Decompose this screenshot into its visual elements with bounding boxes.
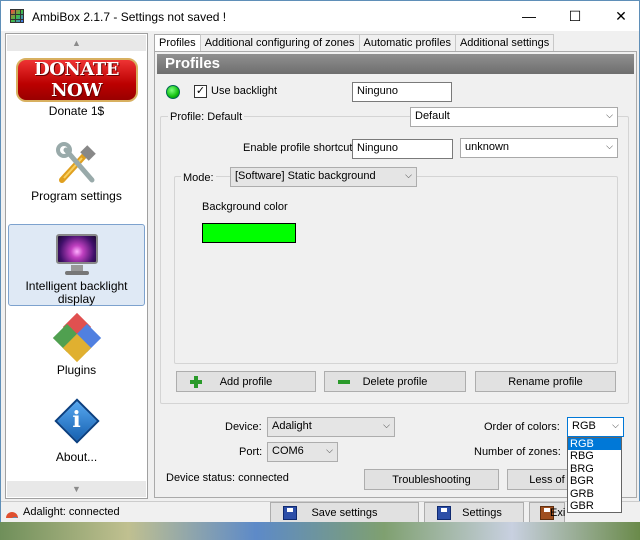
sidebar-scroll-up[interactable]: ▲ <box>7 35 146 51</box>
app-window: AmbiBox 2.1.7 - Settings not saved ! — ☐… <box>0 0 640 523</box>
desktop-strip <box>0 522 640 540</box>
dropdown-option-rgb[interactable]: RGB <box>568 438 621 451</box>
chevron-down-icon: ⌵ <box>383 420 390 430</box>
sidebar-item-label: Plugins <box>56 363 97 377</box>
floppy-disk-icon <box>437 506 451 520</box>
port-select[interactable]: COM6 ⌵ <box>267 442 338 462</box>
dropdown-option-gbr[interactable]: GBR <box>568 500 621 512</box>
backlight-status-led-icon <box>166 85 180 99</box>
chevron-down-icon: ⌵ <box>606 141 613 151</box>
tab-strip: Profiles Additional configuring of zones… <box>154 34 555 53</box>
sidebar-item-label: About... <box>55 450 98 464</box>
tools-icon <box>54 142 100 188</box>
title-bar: AmbiBox 2.1.7 - Settings not saved ! — ☐… <box>1 1 639 31</box>
dropdown-option-brg[interactable]: BRG <box>568 463 621 475</box>
sidebar-item-program-settings[interactable]: Program settings <box>8 142 145 208</box>
troubleshooting-button[interactable]: Troubleshooting <box>364 469 499 490</box>
use-backlight-label: Use backlight <box>211 85 278 97</box>
profiles-panel: Profiles ✓ Use backlight Ninguno Profile… <box>154 51 637 498</box>
sidebar-item-about[interactable]: i About... <box>8 398 145 464</box>
shortcut-key-select[interactable]: unknown ⌵ <box>460 138 618 158</box>
background-color-label: Background color <box>202 201 288 213</box>
dropdown-option-bgr[interactable]: BGR <box>568 475 621 487</box>
delete-profile-button[interactable]: Delete profile <box>324 371 466 392</box>
app-grid-icon <box>10 9 24 23</box>
profile-select[interactable]: Default ⌵ <box>410 107 618 127</box>
sidebar-item-label: Intelligent backlight display <box>25 279 128 306</box>
mode-select[interactable]: [Software] Static background ⌵ <box>230 167 417 187</box>
donate-now-badge-icon: DONATE NOW <box>15 58 138 102</box>
device-select[interactable]: Adalight ⌵ <box>267 417 395 437</box>
save-settings-button[interactable]: Save settings <box>270 502 419 523</box>
dropdown-option-rbg[interactable]: RBG <box>568 450 621 462</box>
close-button[interactable]: ✕ <box>598 1 640 31</box>
minimize-button[interactable]: — <box>506 1 552 31</box>
sidebar-item-label: Donate 1$ <box>48 104 105 118</box>
tab-additional-zones[interactable]: Additional configuring of zones <box>199 34 360 52</box>
device-label: Device: <box>225 421 262 433</box>
order-of-colors-dropdown: RGB RBG BRG BGR GRB GBR <box>567 437 622 513</box>
chevron-down-icon: ⌵ <box>326 445 333 455</box>
plus-icon <box>189 375 203 389</box>
status-bar: Adalight: connected Save settings Settin… <box>1 501 640 523</box>
chevron-down-icon: ⌵ <box>606 110 613 120</box>
chevron-down-icon: ⌵ <box>612 420 619 430</box>
sidebar-item-donate[interactable]: DONATE NOW Donate 1$ <box>8 58 145 122</box>
shortcut-field[interactable]: Ninguno <box>352 139 453 159</box>
tab-automatic-profiles[interactable]: Automatic profiles <box>358 34 456 52</box>
backlight-hotkey-field[interactable]: Ninguno <box>352 82 452 102</box>
connection-status: Adalight: connected <box>23 506 120 518</box>
dropdown-option-grb[interactable]: GRB <box>568 488 621 500</box>
minus-icon <box>337 375 351 389</box>
device-status: Device status: connected <box>166 472 289 484</box>
use-backlight-checkbox[interactable]: ✓ <box>194 85 207 98</box>
sidebar-item-intelligent-backlight[interactable]: Intelligent backlight display <box>8 224 145 306</box>
profile-label: Profile: Default <box>168 111 245 123</box>
puzzle-icon <box>52 312 101 363</box>
adalight-status-icon <box>6 512 18 518</box>
add-profile-button[interactable]: Add profile <box>176 371 316 392</box>
sidebar-item-label: Program settings <box>31 189 122 203</box>
tab-additional-settings[interactable]: Additional settings <box>454 34 555 52</box>
exit-button[interactable]: Exi <box>529 502 565 523</box>
floppy-disk-icon <box>283 506 297 520</box>
order-of-colors-label: Order of colors: <box>484 421 560 433</box>
window-title: AmbiBox 2.1.7 - Settings not saved ! <box>32 10 227 24</box>
rename-profile-button[interactable]: Rename profile <box>475 371 616 392</box>
monitor-icon <box>54 231 100 277</box>
section-title: Profiles <box>157 54 634 74</box>
shortcut-label: Enable profile shortcut: <box>243 142 356 154</box>
number-of-zones-label: Number of zones: <box>474 446 561 458</box>
maximize-button[interactable]: ☐ <box>552 1 598 31</box>
sidebar-item-plugins[interactable]: Plugins <box>8 312 145 378</box>
sidebar-scroll-down[interactable]: ▼ <box>7 481 146 497</box>
info-icon: i <box>53 398 100 446</box>
order-of-colors-select[interactable]: RGB ⌵ <box>567 417 624 437</box>
chevron-down-icon: ⌵ <box>405 170 412 180</box>
settings-button[interactable]: Settings <box>424 502 524 523</box>
background-color-swatch[interactable] <box>202 223 296 243</box>
sidebar: ▲ DONATE NOW Donate 1$ Program settings <box>5 33 148 499</box>
port-label: Port: <box>239 446 263 458</box>
mode-label: Mode: <box>181 172 216 184</box>
